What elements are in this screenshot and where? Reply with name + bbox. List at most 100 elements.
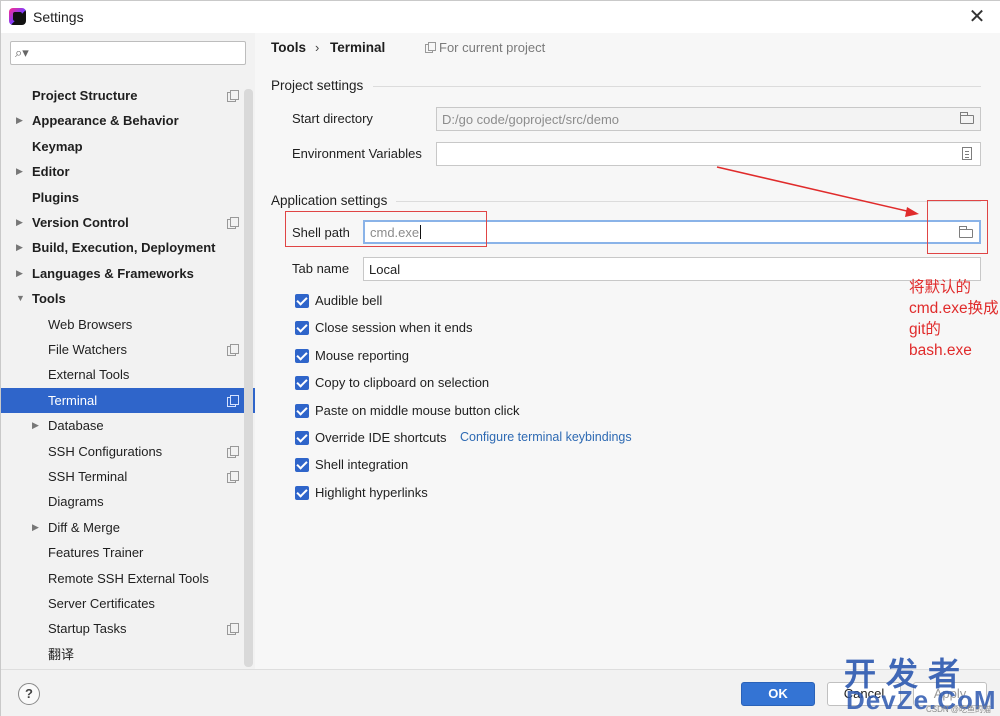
search-icon: ⌕▾ [15,45,29,60]
edit-env-vars-icon[interactable] [960,147,974,161]
sidebar-item-diff-merge[interactable]: ▶ Diff & Merge [1,515,245,540]
option-label[interactable]: Override IDE shortcuts [315,430,447,445]
title-bar: Settings ✕ [1,1,1000,33]
section-divider [396,201,981,202]
window-title: Settings [33,9,84,25]
sidebar-item-file-watchers[interactable]: File Watchers [1,337,245,362]
env-vars-field[interactable] [436,142,981,166]
chevron-right-icon[interactable]: ▶ [16,210,26,235]
ok-button[interactable]: OK [741,682,815,706]
sidebar-item-remote-ssh-external-tools[interactable]: Remote SSH External Tools [1,566,245,591]
sidebar-item-languages-frameworks[interactable]: ▶ Languages & Frameworks [1,261,245,286]
option-label[interactable]: Highlight hyperlinks [315,485,428,500]
configure-keybindings-link[interactable]: Configure terminal keybindings [460,430,632,444]
sidebar-item-label: Build, Execution, Deployment [32,240,216,256]
sidebar-item-[interactable]: 翻译 [1,642,245,667]
option-label[interactable]: Mouse reporting [315,348,409,363]
project-scope-icon [227,344,239,356]
project-scope-icon [227,90,239,102]
terminal-settings-panel: Tools › Terminal For current project Pro… [255,33,1000,669]
sidebar-item-ssh-terminal[interactable]: SSH Terminal [1,464,245,489]
sidebar-item-label: Version Control [32,215,129,230]
project-scope-icon [227,445,239,458]
option-checkbox[interactable] [295,348,309,363]
sidebar-item-web-browsers[interactable]: Web Browsers [1,312,245,337]
chevron-right-icon[interactable]: ▶ [32,515,42,540]
project-scope-icon [227,471,239,483]
chevron-down-icon[interactable]: ▼ [16,286,26,311]
sidebar-item-label: SSH Terminal [48,469,128,484]
application-settings-heading: Application settings [271,193,388,208]
sidebar-item-label: Editor [32,164,70,180]
sidebar-item-label: 翻译 [48,646,75,662]
option-checkbox[interactable] [295,458,309,473]
sidebar-item-external-tools[interactable]: External Tools [1,362,245,387]
project-scope-label: For current project [439,40,546,55]
sidebar-item-label: Remote SSH External Tools [48,570,209,586]
annotation-note: 将默认的cmd.exe换成git的bash.exe [909,279,999,359]
project-scope-icon [227,217,239,229]
sidebar-item-label: Project Structure [32,88,138,103]
start-directory-field[interactable]: D:/go code/goproject/src/demo [436,107,981,131]
sidebar-scrollbar[interactable] [244,89,253,667]
sidebar-item-label: Appearance & Behavior [32,113,179,129]
sidebar-item-label: Web Browsers [48,316,133,332]
sidebar-item-label: File Watchers [48,342,127,357]
sidebar-item-build-execution-deployment[interactable]: ▶ Build, Execution, Deployment [1,235,245,260]
annotation-box-shell-path [285,211,487,247]
watermark-credit: CSDN @吃鱼的猫 [926,705,992,714]
option-checkbox[interactable] [295,294,309,308]
browse-folder-icon[interactable] [960,112,974,126]
option-label[interactable]: Audible bell [315,293,382,308]
sidebar-item-label: Terminal [48,392,98,408]
sidebar-item-label: Tools [32,291,66,307]
sidebar-item-features-trainer[interactable]: Features Trainer [1,540,245,565]
help-button[interactable]: ? [18,683,40,705]
chevron-right-icon[interactable]: ▶ [16,235,26,260]
breadcrumb-current: Terminal [330,40,386,55]
option-checkbox[interactable] [295,431,309,445]
chevron-right-icon[interactable]: ▶ [16,261,26,286]
sidebar-item-diagrams[interactable]: Diagrams [1,489,245,514]
sidebar-item-label: Diagrams [48,494,104,510]
chevron-right-icon[interactable]: ▶ [32,413,42,438]
sidebar-item-project-structure[interactable]: Project Structure [1,83,245,108]
annotation-box-folder [927,200,988,254]
option-checkbox[interactable] [295,321,309,336]
breadcrumb-separator: › [315,40,320,55]
tab-name-label: Tab name [292,261,350,276]
sidebar-item-database[interactable]: ▶ Database [1,413,245,438]
breadcrumb-parent[interactable]: Tools [271,40,306,55]
sidebar-item-label: External Tools [48,367,130,383]
option-label[interactable]: Close session when it ends [315,320,473,335]
sidebar-item-label: Startup Tasks [48,621,127,637]
close-icon[interactable]: ✕ [965,5,989,29]
sidebar-item-label: Plugins [32,189,79,205]
sidebar-item-editor[interactable]: ▶ Editor [1,159,245,184]
env-vars-label: Environment Variables [292,146,422,161]
option-label[interactable]: Copy to clipboard on selection [315,375,489,390]
chevron-right-icon[interactable]: ▶ [16,159,26,184]
option-label[interactable]: Paste on middle mouse button click [315,403,520,418]
sidebar-item-terminal[interactable]: Terminal [1,387,255,413]
sidebar-item-tools[interactable]: ▼ Tools [1,286,245,311]
settings-sidebar: ⌕▾ Project Structure ▶ Appearance & Behavi… [1,33,255,669]
search-input[interactable]: ⌕▾ [10,41,246,65]
sidebar-item-ssh-configurations[interactable]: SSH Configurations [1,439,245,464]
option-label[interactable]: Shell integration [315,457,408,472]
sidebar-item-label: Server Certificates [48,596,155,611]
sidebar-item-startup-tasks[interactable]: Startup Tasks [1,616,245,641]
sidebar-item-appearance-behavior[interactable]: ▶ Appearance & Behavior [1,108,245,133]
sidebar-item-version-control[interactable]: ▶ Version Control [1,210,245,235]
option-checkbox[interactable] [295,403,309,418]
project-settings-heading: Project settings [271,78,364,93]
sidebar-item-label: Database [48,418,104,434]
chevron-right-icon[interactable]: ▶ [16,108,26,133]
tab-name-field[interactable]: Local [363,257,981,281]
option-checkbox[interactable] [295,376,309,391]
sidebar-item-keymap[interactable]: Keymap [1,134,245,159]
sidebar-item-label: Languages & Frameworks [32,265,194,281]
sidebar-item-plugins[interactable]: Plugins [1,185,245,210]
sidebar-item-server-certificates[interactable]: Server Certificates [1,591,245,616]
option-checkbox[interactable] [295,485,309,500]
